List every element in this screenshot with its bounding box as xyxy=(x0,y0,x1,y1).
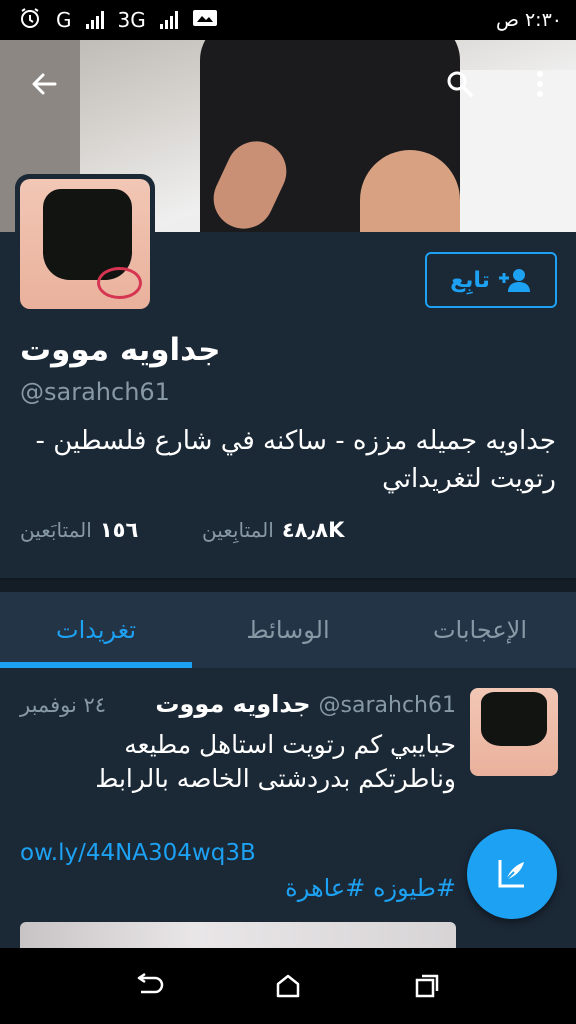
tweet-media-preview[interactable] xyxy=(20,922,456,948)
tab-likes[interactable]: الإعجابات xyxy=(384,592,576,668)
network-type-label: G xyxy=(56,8,72,32)
tweet-avatar-figure xyxy=(480,691,548,747)
follow-button[interactable]: تابِع xyxy=(425,252,557,308)
avatar-image xyxy=(20,179,150,309)
search-button[interactable] xyxy=(436,60,484,108)
profile-display-name: جداويه مووت xyxy=(20,332,221,368)
status-clock: ص ٢:٣٠ xyxy=(496,9,562,31)
recents-icon xyxy=(415,974,438,998)
back-button[interactable] xyxy=(20,60,68,108)
nav-recents-button[interactable] xyxy=(403,962,451,1010)
following-stat[interactable]: ١٥٦ المتابَعين xyxy=(20,518,138,542)
tweet-hashtags[interactable]: #طيوزه #عاهرة xyxy=(20,874,456,902)
followers-stat[interactable]: ٤٨٫٨K المتابِعين xyxy=(202,518,344,542)
tweet-header: ٢٤ نوفمبر جداويه مووت @sarahch61 xyxy=(20,690,456,718)
profile-avatar[interactable] xyxy=(15,174,155,314)
alarm-icon xyxy=(18,6,42,35)
overflow-menu-button[interactable] xyxy=(516,60,564,108)
profile-stats: ١٥٦ المتابَعين ٤٨٫٨K المتابِعين xyxy=(20,518,560,554)
search-icon xyxy=(447,71,473,97)
tweet-timestamp: ٢٤ نوفمبر xyxy=(20,693,107,717)
signal-icon xyxy=(85,11,104,29)
clock-ampm: ص xyxy=(495,9,519,31)
back-arrow-icon xyxy=(32,73,57,95)
nav-home-button[interactable] xyxy=(264,962,312,1010)
status-icons: G 3G xyxy=(18,6,218,35)
tweet-link[interactable]: ow.ly/44NA304wq3B xyxy=(20,840,256,866)
profile-handle: @sarahch61 xyxy=(20,378,170,406)
nav-back-button[interactable] xyxy=(125,962,173,1010)
tab-tweets[interactable]: تغريدات xyxy=(0,592,192,668)
section-gap xyxy=(0,580,576,592)
compose-tweet-icon xyxy=(498,860,524,888)
system-nav-bar xyxy=(0,948,576,1024)
tweet-author: جداويه مووت @sarahch61 xyxy=(155,690,456,718)
back-icon xyxy=(138,972,164,994)
tweet-text: حبايبي كم رتويت استاهل مطيعه وناطرتكم بد… xyxy=(95,730,456,793)
follow-button-label: تابِع xyxy=(450,267,490,293)
signal-icon-2 xyxy=(159,11,178,29)
tab-media[interactable]: الوسائط xyxy=(192,592,384,668)
tweet-author-handle: @sarahch61 xyxy=(318,693,456,718)
followers-label: المتابِعين xyxy=(202,518,274,542)
network-type-label-2: 3G xyxy=(117,8,146,32)
compose-tweet-button[interactable] xyxy=(467,829,557,919)
tweet-avatar[interactable] xyxy=(470,688,558,776)
following-count: ١٥٦ xyxy=(99,518,139,542)
add-user-icon xyxy=(498,269,530,292)
home-icon xyxy=(276,974,300,998)
profile-tabs: تغريدات الوسائط الإعجابات xyxy=(0,592,576,668)
profile-bio: جداويه جميله مززه - ساكنه في شارع فلسطين… xyxy=(35,426,556,494)
overflow-menu-icon xyxy=(537,71,543,97)
following-label: المتابَعين xyxy=(20,518,92,542)
tweet-author-name: جداويه مووت xyxy=(155,690,311,718)
followers-count: ٤٨٫٨K xyxy=(281,518,345,542)
clock-time: ٢:٣٠ xyxy=(524,9,562,31)
status-bar: G 3G ص ٢:٣٠ xyxy=(0,0,576,40)
screenshot-icon xyxy=(192,8,218,33)
avatar-strap xyxy=(97,266,143,299)
